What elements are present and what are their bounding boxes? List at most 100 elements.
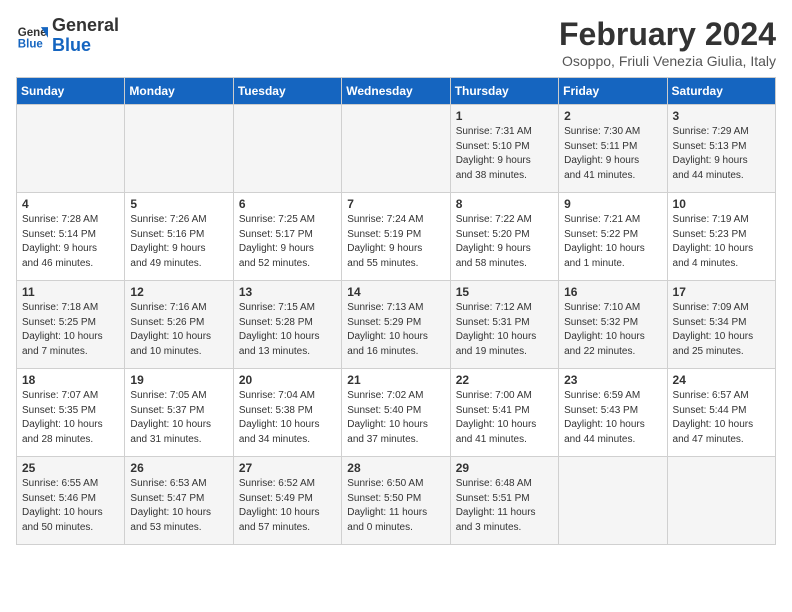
- calendar-cell: 7 Sunrise: 7:24 AM Sunset: 5:19 PM Daylig…: [342, 193, 450, 281]
- day-number: 22: [456, 373, 553, 387]
- day-number: 28: [347, 461, 444, 475]
- day-number: 1: [456, 109, 553, 123]
- month-title: February 2024: [559, 16, 776, 53]
- calendar-cell: 6 Sunrise: 7:25 AM Sunset: 5:17 PM Daylig…: [233, 193, 341, 281]
- day-number: 19: [130, 373, 227, 387]
- calendar-cell: [17, 105, 125, 193]
- cell-content: Sunrise: 7:18 AM Sunset: 5:25 PM Dayligh…: [22, 301, 119, 359]
- day-number: 4: [22, 197, 119, 211]
- day-number: 12: [130, 285, 227, 299]
- day-number: 6: [239, 197, 336, 211]
- cell-content: Sunrise: 7:24 AM Sunset: 5:19 PM Dayligh…: [347, 213, 444, 271]
- cell-content: Sunrise: 7:12 AM Sunset: 5:31 PM Dayligh…: [456, 301, 553, 359]
- logo-general-text: General: [52, 15, 119, 35]
- calendar-cell: 9 Sunrise: 7:21 AM Sunset: 5:22 PM Daylig…: [559, 193, 667, 281]
- calendar-cell: [342, 105, 450, 193]
- cell-content: Sunrise: 7:02 AM Sunset: 5:40 PM Dayligh…: [347, 389, 444, 447]
- weekday-header-cell: Sunday: [17, 78, 125, 105]
- svg-text:Blue: Blue: [18, 38, 44, 50]
- cell-content: Sunrise: 6:53 AM Sunset: 5:47 PM Dayligh…: [130, 477, 227, 535]
- cell-content: Sunrise: 6:59 AM Sunset: 5:43 PM Dayligh…: [564, 389, 661, 447]
- calendar-cell: 13 Sunrise: 7:15 AM Sunset: 5:28 PM Dayli…: [233, 281, 341, 369]
- calendar-cell: 15 Sunrise: 7:12 AM Sunset: 5:31 PM Dayli…: [450, 281, 558, 369]
- calendar-cell: 21 Sunrise: 7:02 AM Sunset: 5:40 PM Dayli…: [342, 369, 450, 457]
- day-number: 20: [239, 373, 336, 387]
- cell-content: Sunrise: 7:13 AM Sunset: 5:29 PM Dayligh…: [347, 301, 444, 359]
- calendar-week-row: 25 Sunrise: 6:55 AM Sunset: 5:46 PM Dayli…: [17, 457, 776, 545]
- calendar-cell: 16Sunrise: 7:10 AM Sunset: 5:32 PM Dayli…: [559, 281, 667, 369]
- cell-content: Sunrise: 6:48 AM Sunset: 5:51 PM Dayligh…: [456, 477, 553, 535]
- calendar-cell: 18 Sunrise: 7:07 AM Sunset: 5:35 PM Dayli…: [17, 369, 125, 457]
- weekday-header-cell: Tuesday: [233, 78, 341, 105]
- calendar-cell: 14Sunrise: 7:13 AM Sunset: 5:29 PM Dayli…: [342, 281, 450, 369]
- calendar-cell: 3Sunrise: 7:29 AM Sunset: 5:13 PM Daylig…: [667, 105, 775, 193]
- location-text: Osoppo, Friuli Venezia Giulia, Italy: [559, 53, 776, 69]
- calendar-cell: 4 Sunrise: 7:28 AM Sunset: 5:14 PM Daylig…: [17, 193, 125, 281]
- weekday-header-cell: Friday: [559, 78, 667, 105]
- calendar-cell: 27Sunrise: 6:52 AM Sunset: 5:49 PM Dayli…: [233, 457, 341, 545]
- cell-content: Sunrise: 7:10 AM Sunset: 5:32 PM Dayligh…: [564, 301, 661, 359]
- cell-content: Sunrise: 7:25 AM Sunset: 5:17 PM Dayligh…: [239, 213, 336, 271]
- calendar-cell: 11 Sunrise: 7:18 AM Sunset: 5:25 PM Dayli…: [17, 281, 125, 369]
- cell-content: Sunrise: 7:22 AM Sunset: 5:20 PM Dayligh…: [456, 213, 553, 271]
- day-number: 15: [456, 285, 553, 299]
- cell-content: Sunrise: 7:15 AM Sunset: 5:28 PM Dayligh…: [239, 301, 336, 359]
- title-block: February 2024 Osoppo, Friuli Venezia Giu…: [559, 16, 776, 69]
- day-number: 11: [22, 285, 119, 299]
- calendar-week-row: 11 Sunrise: 7:18 AM Sunset: 5:25 PM Dayli…: [17, 281, 776, 369]
- day-number: 18: [22, 373, 119, 387]
- day-number: 8: [456, 197, 553, 211]
- cell-content: Sunrise: 7:16 AM Sunset: 5:26 PM Dayligh…: [130, 301, 227, 359]
- calendar-cell: 19 Sunrise: 7:05 AM Sunset: 5:37 PM Dayli…: [125, 369, 233, 457]
- logo: General Blue General Blue: [16, 16, 119, 56]
- calendar-cell: 20 Sunrise: 7:04 AM Sunset: 5:38 PM Dayli…: [233, 369, 341, 457]
- weekday-header-cell: Wednesday: [342, 78, 450, 105]
- day-number: 9: [564, 197, 661, 211]
- day-number: 2: [564, 109, 661, 123]
- cell-content: Sunrise: 7:04 AM Sunset: 5:38 PM Dayligh…: [239, 389, 336, 447]
- calendar-cell: [559, 457, 667, 545]
- day-number: 13: [239, 285, 336, 299]
- day-number: 26: [130, 461, 227, 475]
- cell-content: Sunrise: 7:21 AM Sunset: 5:22 PM Dayligh…: [564, 213, 661, 271]
- cell-content: Sunrise: 6:50 AM Sunset: 5:50 PM Dayligh…: [347, 477, 444, 535]
- calendar-cell: 28 Sunrise: 6:50 AM Sunset: 5:50 PM Dayli…: [342, 457, 450, 545]
- cell-content: Sunrise: 7:09 AM Sunset: 5:34 PM Dayligh…: [673, 301, 770, 359]
- calendar-cell: 8 Sunrise: 7:22 AM Sunset: 5:20 PM Daylig…: [450, 193, 558, 281]
- logo-blue-text: Blue: [52, 35, 91, 55]
- calendar-cell: 29 Sunrise: 6:48 AM Sunset: 5:51 PM Dayli…: [450, 457, 558, 545]
- cell-content: Sunrise: 7:07 AM Sunset: 5:35 PM Dayligh…: [22, 389, 119, 447]
- day-number: 17: [673, 285, 770, 299]
- weekday-header-cell: Monday: [125, 78, 233, 105]
- day-number: 5: [130, 197, 227, 211]
- day-number: 10: [673, 197, 770, 211]
- cell-content: Sunrise: 7:28 AM Sunset: 5:14 PM Dayligh…: [22, 213, 119, 271]
- cell-content: Sunrise: 7:29 AM Sunset: 5:13 PM Dayligh…: [673, 125, 770, 183]
- cell-content: Sunrise: 6:57 AM Sunset: 5:44 PM Dayligh…: [673, 389, 770, 447]
- cell-content: Sunrise: 7:05 AM Sunset: 5:37 PM Dayligh…: [130, 389, 227, 447]
- calendar-cell: 10 Sunrise: 7:19 AM Sunset: 5:23 PM Dayli…: [667, 193, 775, 281]
- logo-icon: General Blue: [16, 20, 48, 52]
- calendar-cell: 2Sunrise: 7:30 AM Sunset: 5:11 PM Daylig…: [559, 105, 667, 193]
- calendar-cell: 26 Sunrise: 6:53 AM Sunset: 5:47 PM Dayli…: [125, 457, 233, 545]
- calendar-cell: 24 Sunrise: 6:57 AM Sunset: 5:44 PM Dayli…: [667, 369, 775, 457]
- weekday-header-row: SundayMondayTuesdayWednesdayThursdayFrid…: [17, 78, 776, 105]
- day-number: 21: [347, 373, 444, 387]
- cell-content: Sunrise: 7:26 AM Sunset: 5:16 PM Dayligh…: [130, 213, 227, 271]
- calendar-week-row: 4 Sunrise: 7:28 AM Sunset: 5:14 PM Daylig…: [17, 193, 776, 281]
- day-number: 7: [347, 197, 444, 211]
- calendar-cell: [233, 105, 341, 193]
- calendar-cell: 17 Sunrise: 7:09 AM Sunset: 5:34 PM Dayli…: [667, 281, 775, 369]
- calendar-cell: [667, 457, 775, 545]
- calendar-cell: 12 Sunrise: 7:16 AM Sunset: 5:26 PM Dayli…: [125, 281, 233, 369]
- cell-content: Sunrise: 6:55 AM Sunset: 5:46 PM Dayligh…: [22, 477, 119, 535]
- cell-content: Sunrise: 7:31 AM Sunset: 5:10 PM Dayligh…: [456, 125, 553, 183]
- calendar-week-row: 18 Sunrise: 7:07 AM Sunset: 5:35 PM Dayli…: [17, 369, 776, 457]
- weekday-header-cell: Saturday: [667, 78, 775, 105]
- day-number: 25: [22, 461, 119, 475]
- day-number: 29: [456, 461, 553, 475]
- day-number: 23: [564, 373, 661, 387]
- cell-content: Sunrise: 7:19 AM Sunset: 5:23 PM Dayligh…: [673, 213, 770, 271]
- day-number: 24: [673, 373, 770, 387]
- calendar-cell: [125, 105, 233, 193]
